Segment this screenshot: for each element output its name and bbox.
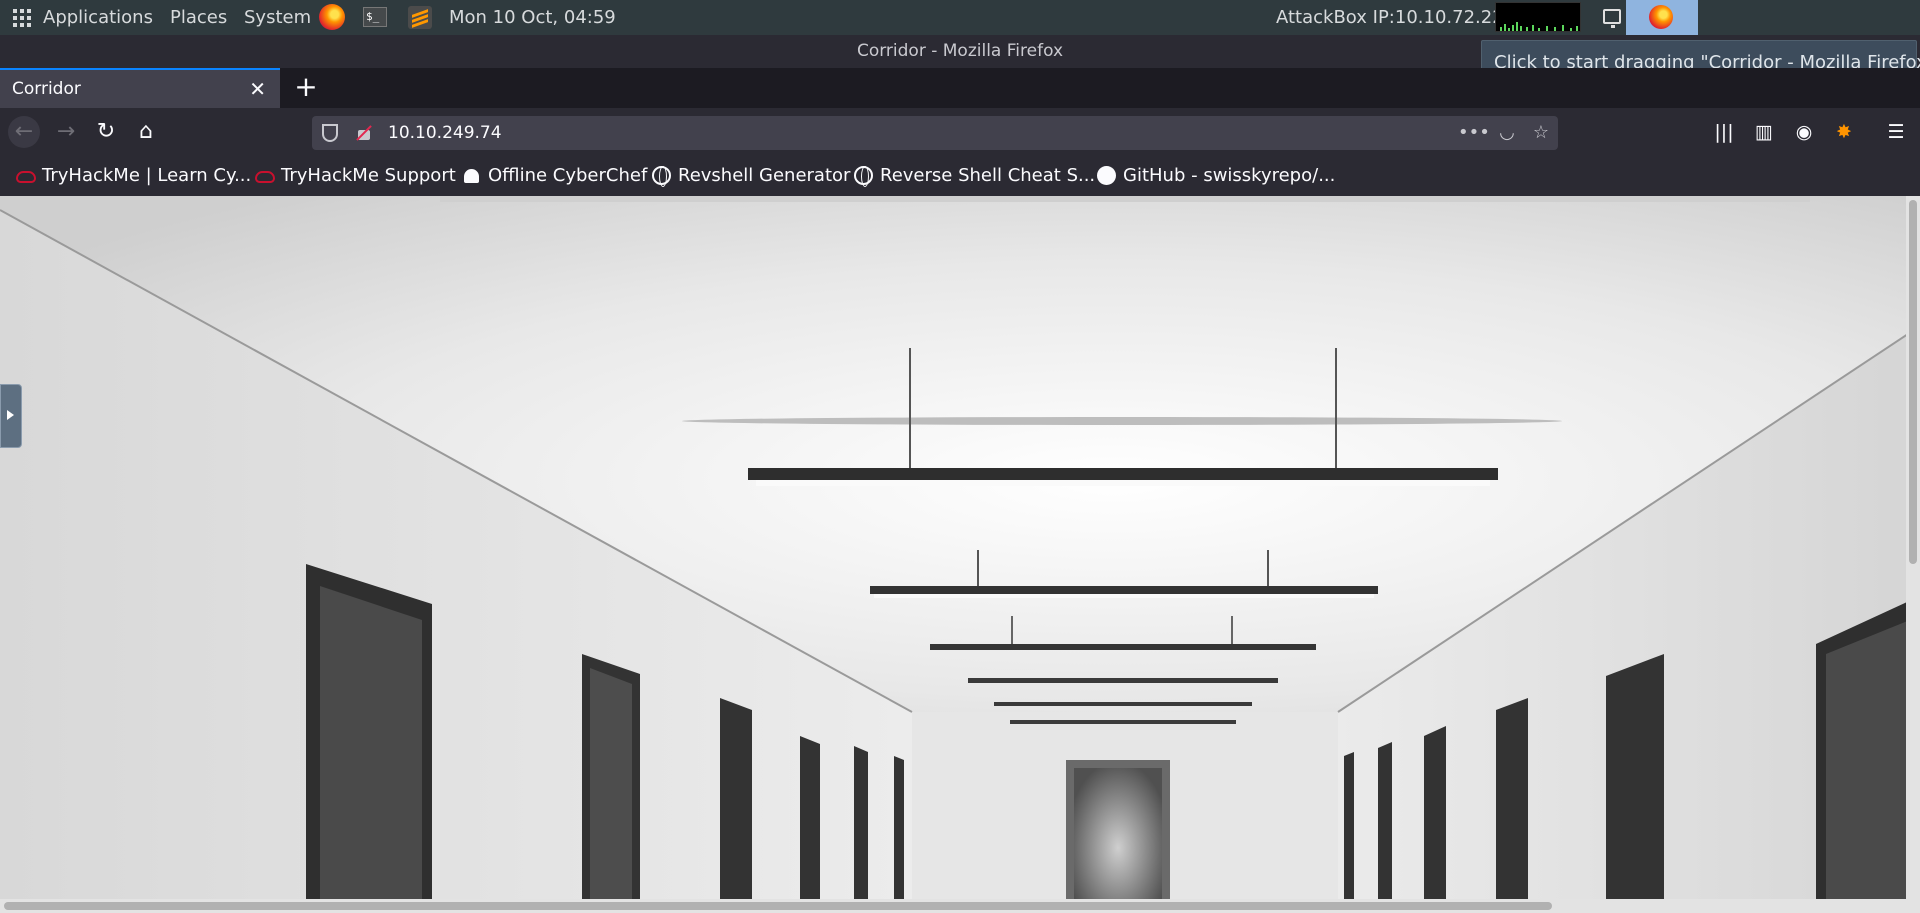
- bookmark-tryhackme-support[interactable]: TryHackMe Support: [253, 156, 456, 196]
- apps-grid-icon[interactable]: [13, 9, 31, 27]
- globe-icon: [854, 166, 873, 187]
- vertical-scrollbar[interactable]: [1906, 196, 1920, 899]
- tryhackme-icon: [16, 171, 36, 183]
- tryhackme-icon: [255, 171, 275, 183]
- horizontal-scroll-thumb[interactable]: [4, 902, 1552, 910]
- sidebar-toggle-icon[interactable]: ▥: [1748, 116, 1780, 148]
- system-panel: Applications Places System $_ Mon 10 Oct…: [0, 0, 1920, 35]
- system-menu[interactable]: System: [244, 0, 311, 35]
- horizontal-scrollbar[interactable]: [0, 899, 1920, 913]
- navigation-toolbar: ← → ↻ ⌂ 10.10.249.74 ••• ◡ ☆ ||| ▥ ◉ ✸ ☰: [0, 108, 1920, 156]
- bookmark-github-swisskyrepo[interactable]: GitHub - swisskyrepo/...: [1095, 156, 1335, 196]
- insecure-connection-icon[interactable]: [356, 124, 372, 142]
- corridor-image: [0, 196, 1920, 913]
- tab-close-icon[interactable]: ✕: [249, 70, 266, 108]
- app-menu-icon[interactable]: ☰: [1880, 116, 1912, 148]
- sublime-text-launcher-icon[interactable]: [408, 6, 432, 29]
- terminal-launcher-icon[interactable]: $_: [363, 7, 387, 27]
- globe-icon: [652, 166, 671, 187]
- bookmark-tryhackme[interactable]: TryHackMe | Learn Cy...: [14, 156, 251, 196]
- bookmarks-toolbar: TryHackMe | Learn Cy... TryHackMe Suppor…: [0, 156, 1920, 196]
- library-icon[interactable]: |||: [1708, 116, 1740, 148]
- tab-label: Corridor: [12, 79, 81, 99]
- attackbox-ip: AttackBox IP:10.10.72.229: [1276, 7, 1516, 28]
- account-icon[interactable]: ◉: [1788, 116, 1820, 148]
- window-title: Corridor - Mozilla Firefox: [856, 41, 1064, 61]
- show-desktop-icon[interactable]: [1603, 9, 1621, 28]
- new-tab-button[interactable]: +: [288, 68, 324, 108]
- bookmark-revshell-generator[interactable]: Revshell Generator: [650, 156, 850, 196]
- tab-corridor[interactable]: Corridor ✕: [0, 68, 280, 108]
- bookmark-star-icon[interactable]: ☆: [1526, 116, 1556, 150]
- url-bar[interactable]: 10.10.249.74 ••• ◡ ☆: [312, 116, 1558, 150]
- tracking-protection-shield-icon[interactable]: [322, 124, 338, 142]
- firefox-launcher-icon[interactable]: [319, 4, 345, 30]
- clock[interactable]: Mon 10 Oct, 04:59: [449, 0, 616, 35]
- back-button[interactable]: ←: [8, 116, 40, 148]
- page-actions-icon[interactable]: •••: [1458, 116, 1490, 150]
- places-menu[interactable]: Places: [170, 0, 227, 35]
- tab-strip: Corridor ✕ +: [0, 68, 1920, 108]
- chef-hat-icon: [464, 169, 479, 183]
- applications-menu[interactable]: Applications: [43, 0, 153, 35]
- firefox-taskbar-button[interactable]: [1626, 0, 1698, 35]
- home-button[interactable]: ⌂: [130, 116, 162, 148]
- bookmark-offline-cyberchef[interactable]: Offline CyberChef: [460, 156, 647, 196]
- bookmark-reverse-shell-cheat-sheet[interactable]: Reverse Shell Cheat S...: [852, 156, 1095, 196]
- vertical-scroll-thumb[interactable]: [1909, 200, 1917, 564]
- page-content: [0, 196, 1920, 913]
- pocket-icon[interactable]: ◡: [1492, 116, 1522, 150]
- firefox-icon: [1649, 5, 1673, 29]
- extension-fox-icon[interactable]: ✸: [1828, 116, 1860, 148]
- url-input[interactable]: 10.10.249.74: [388, 116, 502, 150]
- reload-button[interactable]: ↻: [90, 116, 122, 148]
- forward-button[interactable]: →: [50, 116, 82, 148]
- sidebar-expand-handle[interactable]: [0, 384, 22, 448]
- github-icon: [1097, 166, 1116, 185]
- system-monitor-graph[interactable]: [1495, 2, 1581, 32]
